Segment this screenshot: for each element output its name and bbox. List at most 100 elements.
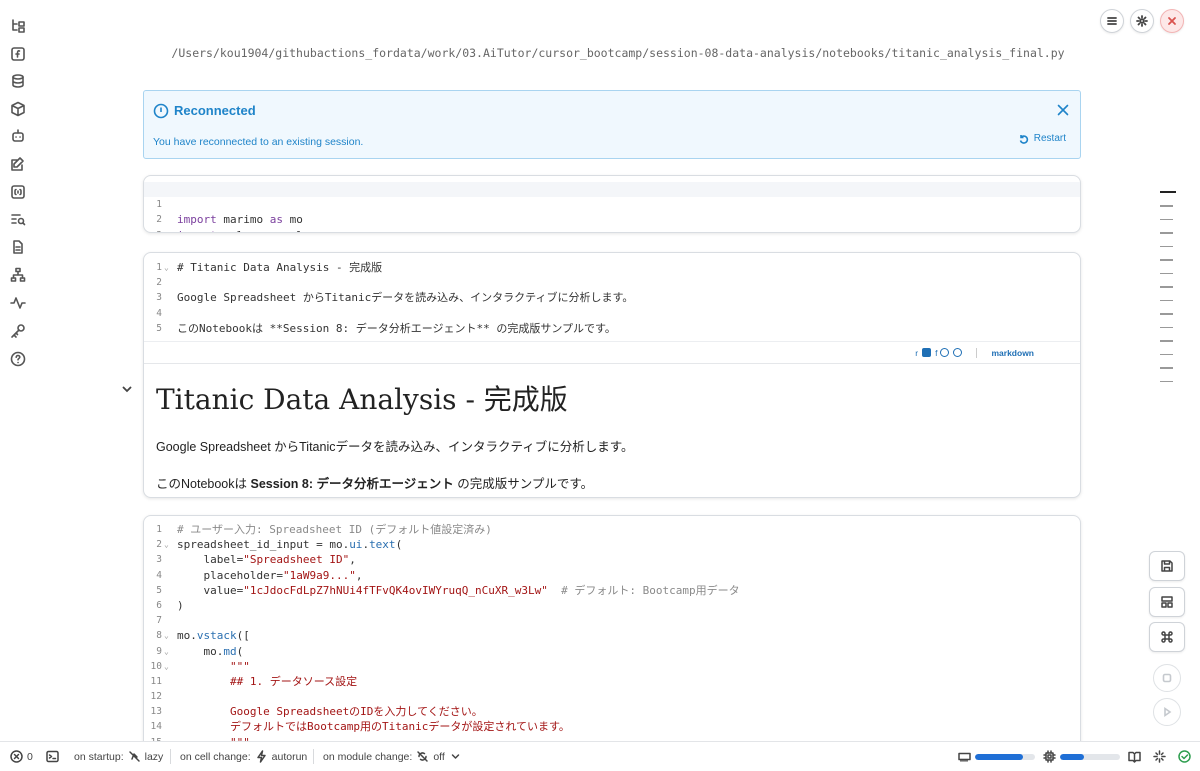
- code-line: 13 Google SpreadsheetのIDを入力してください。: [150, 705, 483, 719]
- code-line: 7: [156, 615, 162, 627]
- code-line: 3 Google Spreadsheet からTitanicデータを読み込み、イン…: [156, 291, 634, 305]
- code-line: 4: [156, 307, 162, 319]
- restart-label: Restart: [1033, 133, 1066, 144]
- startup-label: on startup:: [74, 750, 124, 763]
- package-icon[interactable]: [9, 100, 27, 118]
- layout-button[interactable]: [1149, 587, 1185, 617]
- code-line: 2 import polars as pl: [156, 214, 303, 232]
- connection-status[interactable]: [1178, 750, 1191, 763]
- code-line: 1 import marimo as mo: [144, 182, 1080, 226]
- info-icon[interactable]: [953, 348, 963, 357]
- description-text: Google Spreadsheet からTitanicデータを読み込み、インタ…: [156, 440, 634, 454]
- collapse-markdown-button[interactable]: [121, 380, 133, 393]
- error-count: 0: [27, 750, 33, 763]
- key-icon[interactable]: [9, 322, 27, 340]
- memory-usage-fill: [975, 754, 1023, 760]
- code-cell-imports[interactable]: 1 import marimo as mo 2 import polars as…: [143, 175, 1081, 233]
- checkbox-icon[interactable]: [922, 348, 932, 357]
- code-line: 1 ⌄ # Titanic Data Analysis - 完成版: [156, 261, 383, 274]
- errors-indicator[interactable]: 0: [10, 750, 33, 763]
- banner-close-button[interactable]: [1056, 102, 1070, 116]
- code-line: 6): [156, 598, 184, 612]
- sparkle-icon: [1153, 750, 1166, 763]
- code-line: 1 # ユーザー入力: Spreadsheet ID (デフォルト値設定済み): [156, 523, 492, 536]
- top-right-controls: [1100, 9, 1184, 33]
- code-line: 3 import altair as alt: [144, 212, 1080, 232]
- database-icon[interactable]: [9, 72, 27, 90]
- docs-button[interactable]: [1128, 750, 1141, 763]
- code-line: 11 ## 1. データソース設定: [150, 674, 358, 688]
- settings-button[interactable]: [1130, 9, 1154, 33]
- file-path[interactable]: /Users/kou1904/githubactions_fordata/wor…: [0, 46, 1200, 60]
- startup-setting[interactable]: on startup: lazy: [74, 750, 163, 763]
- robot-icon[interactable]: [9, 127, 27, 145]
- command-icon: [1161, 631, 1173, 643]
- memory-icon: [958, 752, 971, 762]
- markdown-toolbar: r f markdown: [144, 341, 1080, 363]
- info-icon: [153, 103, 169, 119]
- startup-value: lazy: [144, 750, 164, 763]
- cell-minimap[interactable]: [1160, 191, 1176, 394]
- markdown-source[interactable]: 1 ⌄ # Titanic Data Analysis - 完成版 2 3 Googl…: [144, 253, 1080, 336]
- code-line: 3 label="Spreadsheet ID",: [156, 553, 356, 567]
- fstring-toggle[interactable]: f: [935, 348, 937, 358]
- memory-usage-bar: [975, 754, 1035, 760]
- code-line: 5 value="1cJdocFdLpZ7hNUi4fTFvQK4ovIWYru…: [156, 583, 740, 597]
- dependency-graph-icon[interactable]: [9, 266, 27, 284]
- code-line: 5 このNotebookは **Session 8: データ分析エージェント** …: [156, 321, 616, 335]
- stop-icon: [1162, 673, 1172, 683]
- layout-icon: [1161, 596, 1173, 608]
- terminal-button[interactable]: [46, 750, 59, 763]
- restart-button[interactable]: Restart: [1019, 133, 1066, 144]
- edit-notes-icon[interactable]: [9, 155, 27, 173]
- banner-message: You have reconnected to an existing sess…: [153, 136, 364, 148]
- status-footer: 0 on startup: lazy on cell change: autor…: [0, 741, 1200, 771]
- markdown-cell[interactable]: 1 ⌄ # Titanic Data Analysis - 完成版 2 3 Googl…: [143, 252, 1081, 498]
- restart-icon: [1019, 134, 1028, 144]
- memory-indicator[interactable]: [958, 750, 971, 763]
- close-icon: [1168, 17, 1176, 25]
- interrupt-button[interactable]: [1153, 664, 1181, 692]
- left-sidebar: [0, 0, 36, 740]
- cell-change-setting[interactable]: on cell change: autorun: [180, 750, 307, 763]
- cpu-usage-bar: [1060, 754, 1120, 760]
- code-line: 2 ⌄ spreadsheet_id_input = mo.ui.text(: [156, 538, 403, 552]
- shutdown-button[interactable]: [1160, 9, 1184, 33]
- document-icon[interactable]: [9, 238, 27, 256]
- command-palette-button[interactable]: [1149, 622, 1185, 652]
- cpu-indicator[interactable]: [1043, 750, 1056, 763]
- chevron-down-icon: [122, 386, 132, 393]
- menu-icon: [1107, 17, 1117, 25]
- save-button[interactable]: [1149, 551, 1185, 581]
- file-tree-icon[interactable]: [9, 17, 27, 35]
- gear-icon: [1136, 15, 1148, 27]
- cpu-icon: [1043, 750, 1056, 763]
- help-icon[interactable]: [9, 350, 27, 368]
- session-note: このNotebookは Session 8: データ分析エージェント の完成版サ…: [156, 477, 594, 491]
- cell-change-label: on cell change:: [180, 750, 251, 763]
- code-cell-spreadsheet-input[interactable]: 1 # ユーザー入力: Spreadsheet ID (デフォルト値設定済み) 2…: [143, 515, 1081, 755]
- ai-assist-button[interactable]: [1153, 750, 1166, 763]
- cell-language-label[interactable]: markdown: [991, 348, 1034, 358]
- play-icon: [1164, 706, 1172, 718]
- search-list-icon[interactable]: [9, 210, 27, 228]
- menu-button[interactable]: [1100, 9, 1124, 33]
- variables-icon[interactable]: [9, 183, 27, 201]
- module-change-setting[interactable]: on module change: off: [323, 750, 462, 763]
- activity-icon[interactable]: [9, 294, 27, 312]
- check-circle-icon: [1178, 750, 1191, 763]
- terminal-icon: [46, 750, 59, 763]
- code-line: 9 ⌄ mo.md(: [156, 644, 244, 658]
- code-line: 4 placeholder="1aW9a9...",: [156, 568, 363, 582]
- book-open-icon: [1128, 751, 1141, 763]
- circle-toggle-icon[interactable]: [940, 348, 950, 357]
- code-line: 2: [156, 277, 162, 289]
- close-icon: [1057, 104, 1069, 116]
- code-line: 8 ⌄ mo.vstack([: [156, 629, 250, 643]
- run-button[interactable]: [1153, 698, 1181, 726]
- cpu-usage-fill: [1060, 754, 1084, 760]
- raw-string-toggle[interactable]: r: [915, 348, 918, 358]
- code-line: 10 ⌄ """: [150, 659, 250, 673]
- module-off-icon: [417, 751, 429, 762]
- reconnected-banner: Reconnected You have reconnected to an e…: [143, 90, 1081, 159]
